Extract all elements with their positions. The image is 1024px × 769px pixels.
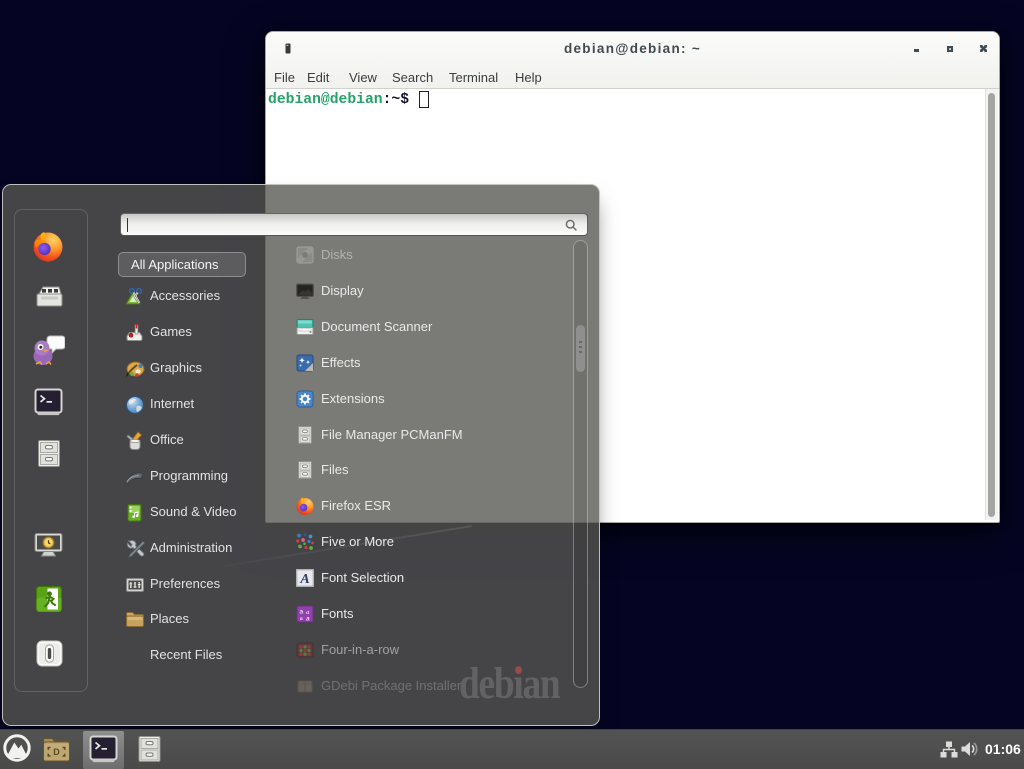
- svg-text:A: A: [299, 572, 309, 587]
- svg-text:D: D: [53, 747, 60, 757]
- svg-text:a: a: [300, 615, 303, 622]
- svg-text:a: a: [306, 615, 310, 622]
